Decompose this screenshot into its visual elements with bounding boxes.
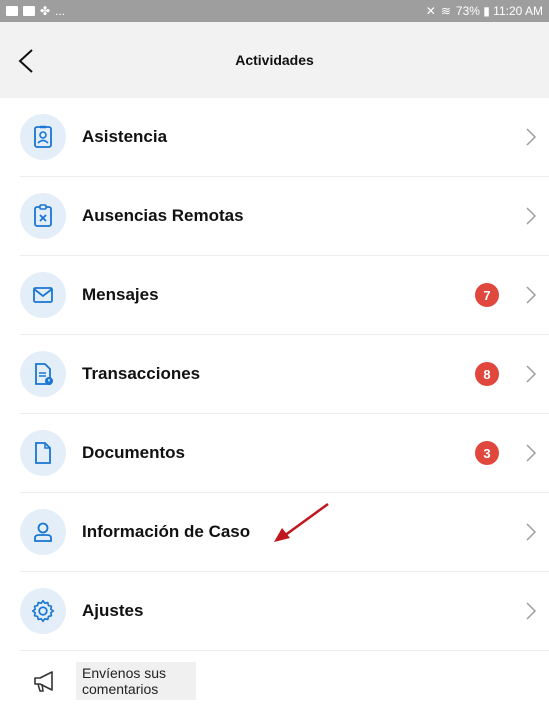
wifi-icon: ≋ xyxy=(440,4,451,18)
chevron-right-icon xyxy=(526,128,537,146)
menu-item-label: Ajustes xyxy=(82,601,144,620)
menu-item-ausencias-remotas[interactable]: Ausencias Remotas xyxy=(20,177,549,256)
icon-circle xyxy=(20,509,66,555)
gallery-notification-icon xyxy=(23,6,35,16)
chevron-right-icon xyxy=(526,207,537,225)
new-documents-badge: 3 xyxy=(475,441,499,465)
chevron-right-icon xyxy=(526,444,537,462)
menu-item-ajustes[interactable]: Ajustes xyxy=(20,572,549,651)
icon-circle xyxy=(20,588,66,634)
pending-count-badge: 8 xyxy=(475,362,499,386)
gear-icon xyxy=(31,599,55,623)
chevron-right-icon xyxy=(526,523,537,541)
menu-item-label: Asistencia xyxy=(82,127,168,146)
battery-time-text: 73% ▮ 11:20 AM xyxy=(455,4,543,18)
nav-bar: Actividades xyxy=(0,22,549,98)
menu-item-transacciones[interactable]: Transacciones 8 xyxy=(20,335,549,414)
clipboard-x-icon xyxy=(34,204,52,227)
document-clock-icon xyxy=(35,363,53,385)
chevron-right-icon xyxy=(526,286,537,304)
badge-icon xyxy=(34,125,52,148)
status-bar: ✤ ... ✕ ≋ 73% ▮ 11:20 AM xyxy=(0,0,549,22)
icon-circle xyxy=(20,430,66,476)
page-title: Actividades xyxy=(235,52,314,68)
feedback-button[interactable]: Envíenos sus comentarios xyxy=(20,662,196,700)
megaphone-icon xyxy=(34,671,53,692)
menu-item-documentos[interactable]: Documentos 3 xyxy=(20,414,549,493)
file-icon xyxy=(35,442,51,464)
back-button[interactable] xyxy=(14,48,38,74)
unread-count-badge: 7 xyxy=(475,283,499,307)
activities-list: Asistencia Ausencias Remotas Mensajes 7 … xyxy=(0,98,549,651)
menu-item-mensajes[interactable]: Mensajes 7 xyxy=(20,256,549,335)
user-icon xyxy=(34,522,52,542)
status-right: ✕ ≋ 73% ▮ 11:20 AM xyxy=(426,4,543,18)
menu-item-label: Información de Caso xyxy=(82,522,251,541)
chevron-right-icon xyxy=(526,365,537,383)
feedback-label: Envíenos sus comentarios xyxy=(76,662,196,700)
chevron-right-icon xyxy=(526,602,537,620)
menu-item-asistencia[interactable]: Asistencia xyxy=(20,98,549,177)
icon-circle xyxy=(20,272,66,318)
app-notification-icon: ✤ xyxy=(40,4,51,18)
icon-circle xyxy=(20,351,66,397)
more-notifications-text: ... xyxy=(55,4,66,18)
mute-icon: ✕ xyxy=(425,4,436,18)
status-left: ✤ ... xyxy=(6,4,65,18)
icon-circle xyxy=(20,193,66,239)
image-notification-icon xyxy=(6,6,18,16)
menu-item-label: Ausencias Remotas xyxy=(82,206,244,225)
menu-item-informacion-de-caso[interactable]: Información de Caso xyxy=(20,493,549,572)
icon-circle xyxy=(20,114,66,160)
envelope-icon xyxy=(33,287,53,303)
